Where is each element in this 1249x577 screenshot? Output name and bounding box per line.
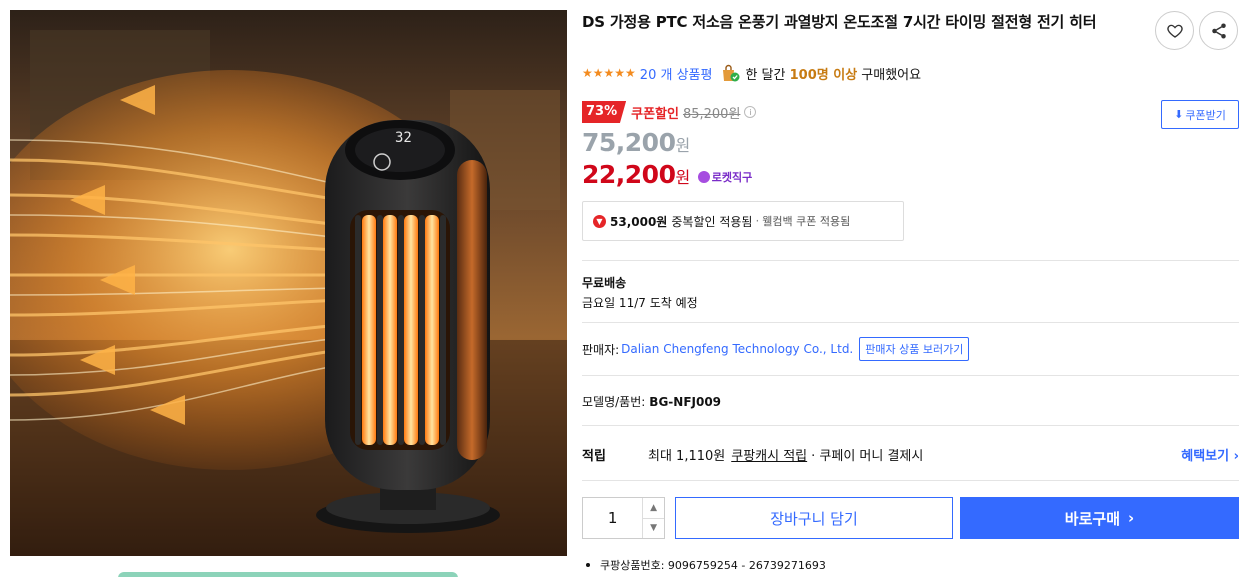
download-icon: ⬇: [1174, 108, 1184, 121]
model-value: BG-NFJ009: [649, 395, 722, 409]
rating-row: ★★★★★ 20 개 상품평 한 달간 100명 이상 구매했어요: [582, 63, 921, 83]
display-temperature: 32: [395, 130, 412, 146]
divider: [582, 425, 1239, 426]
sale-price-unit: 원: [675, 136, 690, 155]
heater-illustration: 32: [10, 10, 567, 556]
quantity-arrows: ▲ ▼: [642, 498, 664, 538]
purchase-highlight: 100명 이상: [789, 67, 858, 83]
extra-discount-box: ▼ 53,000원 중복할인 적용됨 · 웰컴백 쿠폰 적용됨: [582, 201, 904, 241]
bullet: [586, 563, 590, 567]
divider: [582, 260, 1239, 261]
buy-now-label: 바로구매: [1064, 509, 1120, 528]
wishlist-button[interactable]: [1155, 11, 1194, 50]
purchase-count-text: 한 달간 100명 이상 구매했어요: [745, 64, 921, 83]
extra-discount-text: 중복할인 적용됨: [671, 214, 753, 229]
thumbnail-strip[interactable]: [118, 572, 458, 577]
purchase-prefix: 한 달간: [745, 67, 786, 83]
shopping-bag-check-icon: [720, 64, 740, 82]
coupon-price-value: 22,200: [582, 160, 676, 189]
product-number-text: 쿠팡상품번호: 9096759254 - 26739271693: [600, 559, 826, 572]
coupay-money-text: · 쿠페이 머니 결제시: [811, 448, 924, 464]
add-to-cart-label: 장바구니 담기: [770, 509, 858, 528]
original-price: 85,200원: [682, 106, 741, 122]
product-number: 쿠팡상품번호: 9096759254 - 26739271693: [586, 557, 826, 573]
divider: [582, 322, 1239, 323]
heart-icon: [1166, 24, 1183, 38]
buy-now-button[interactable]: 바로구매 ›: [960, 497, 1239, 539]
share-button[interactable]: [1199, 11, 1238, 50]
extra-discount-separator: ·: [755, 214, 760, 228]
get-coupon-label: 쿠폰받기: [1185, 108, 1226, 122]
model-label: 모델명/품번:: [582, 395, 646, 409]
shipping-label: 무료배송: [582, 276, 627, 290]
divider: [582, 375, 1239, 376]
coupon-price-unit: 원: [675, 168, 690, 187]
rocket-icon: [697, 171, 710, 183]
purchase-suffix: 구매했어요: [861, 67, 922, 83]
view-benefits-link[interactable]: 혜택보기 ›: [1181, 445, 1239, 464]
review-count-link[interactable]: 20 개 상품평: [640, 64, 713, 83]
add-to-cart-button[interactable]: 장바구니 담기: [675, 497, 953, 539]
quantity-input[interactable]: 1: [583, 498, 642, 538]
divider: [582, 480, 1239, 481]
discount-percent-badge: 73%: [582, 101, 627, 123]
rocket-direct-badge: 로켓직구: [697, 169, 753, 185]
seller-name-link[interactable]: Dalian Chengfeng Technology Co., Ltd.: [621, 342, 853, 356]
model-number-row: 모델명/품번: BG-NFJ009: [582, 393, 721, 410]
extra-discount-amount: 53,000원: [610, 214, 668, 229]
sale-price: 75,200원: [582, 128, 690, 157]
info-icon[interactable]: i: [744, 106, 757, 118]
quantity-down-button[interactable]: ▼: [643, 519, 664, 539]
points-max: 최대 1,110원: [648, 448, 726, 464]
delivery-date: 금요일 11/7 도착 예정: [582, 296, 698, 310]
points-label: 적립: [582, 448, 606, 464]
quantity-stepper: 1 ▲ ▼: [582, 497, 665, 539]
coupon-price: 22,200 원 로켓직구: [582, 160, 752, 189]
coupon-discount-label: 쿠폰할인: [631, 106, 679, 122]
coupang-cash-link[interactable]: 쿠팡캐시 적립: [731, 445, 807, 464]
seller-label: 판매자:: [582, 342, 620, 357]
rocket-direct-label: 로켓직구: [711, 171, 753, 184]
product-title: DS 가정용 PTC 저소음 온풍기 과열방지 온도조절 7시간 타이밍 절전형…: [582, 13, 1097, 31]
star-rating: ★★★★★: [582, 66, 636, 80]
points-row: 적립 최대 1,110원 쿠팡캐시 적립 · 쿠페이 머니 결제시 혜택보기 ›: [582, 443, 1239, 465]
seller-row: 판매자: Dalian Chengfeng Technology Co., Lt…: [582, 337, 970, 361]
arrow-down-icon: ▼: [593, 214, 606, 228]
product-image[interactable]: 32: [10, 10, 567, 556]
seller-products-button[interactable]: 판매자 상품 보러가기: [859, 337, 970, 361]
welcome-back-coupon-text: 웰컴백 쿠폰 적용됨: [762, 215, 851, 228]
discount-row: 73% 쿠폰할인 85,200원 i: [582, 101, 757, 123]
quantity-up-button[interactable]: ▲: [643, 498, 664, 519]
share-icon: [1211, 23, 1226, 38]
get-coupon-button[interactable]: ⬇ 쿠폰받기: [1161, 100, 1239, 129]
chevron-right-icon: ›: [1128, 509, 1135, 527]
sale-price-value: 75,200: [582, 128, 676, 157]
